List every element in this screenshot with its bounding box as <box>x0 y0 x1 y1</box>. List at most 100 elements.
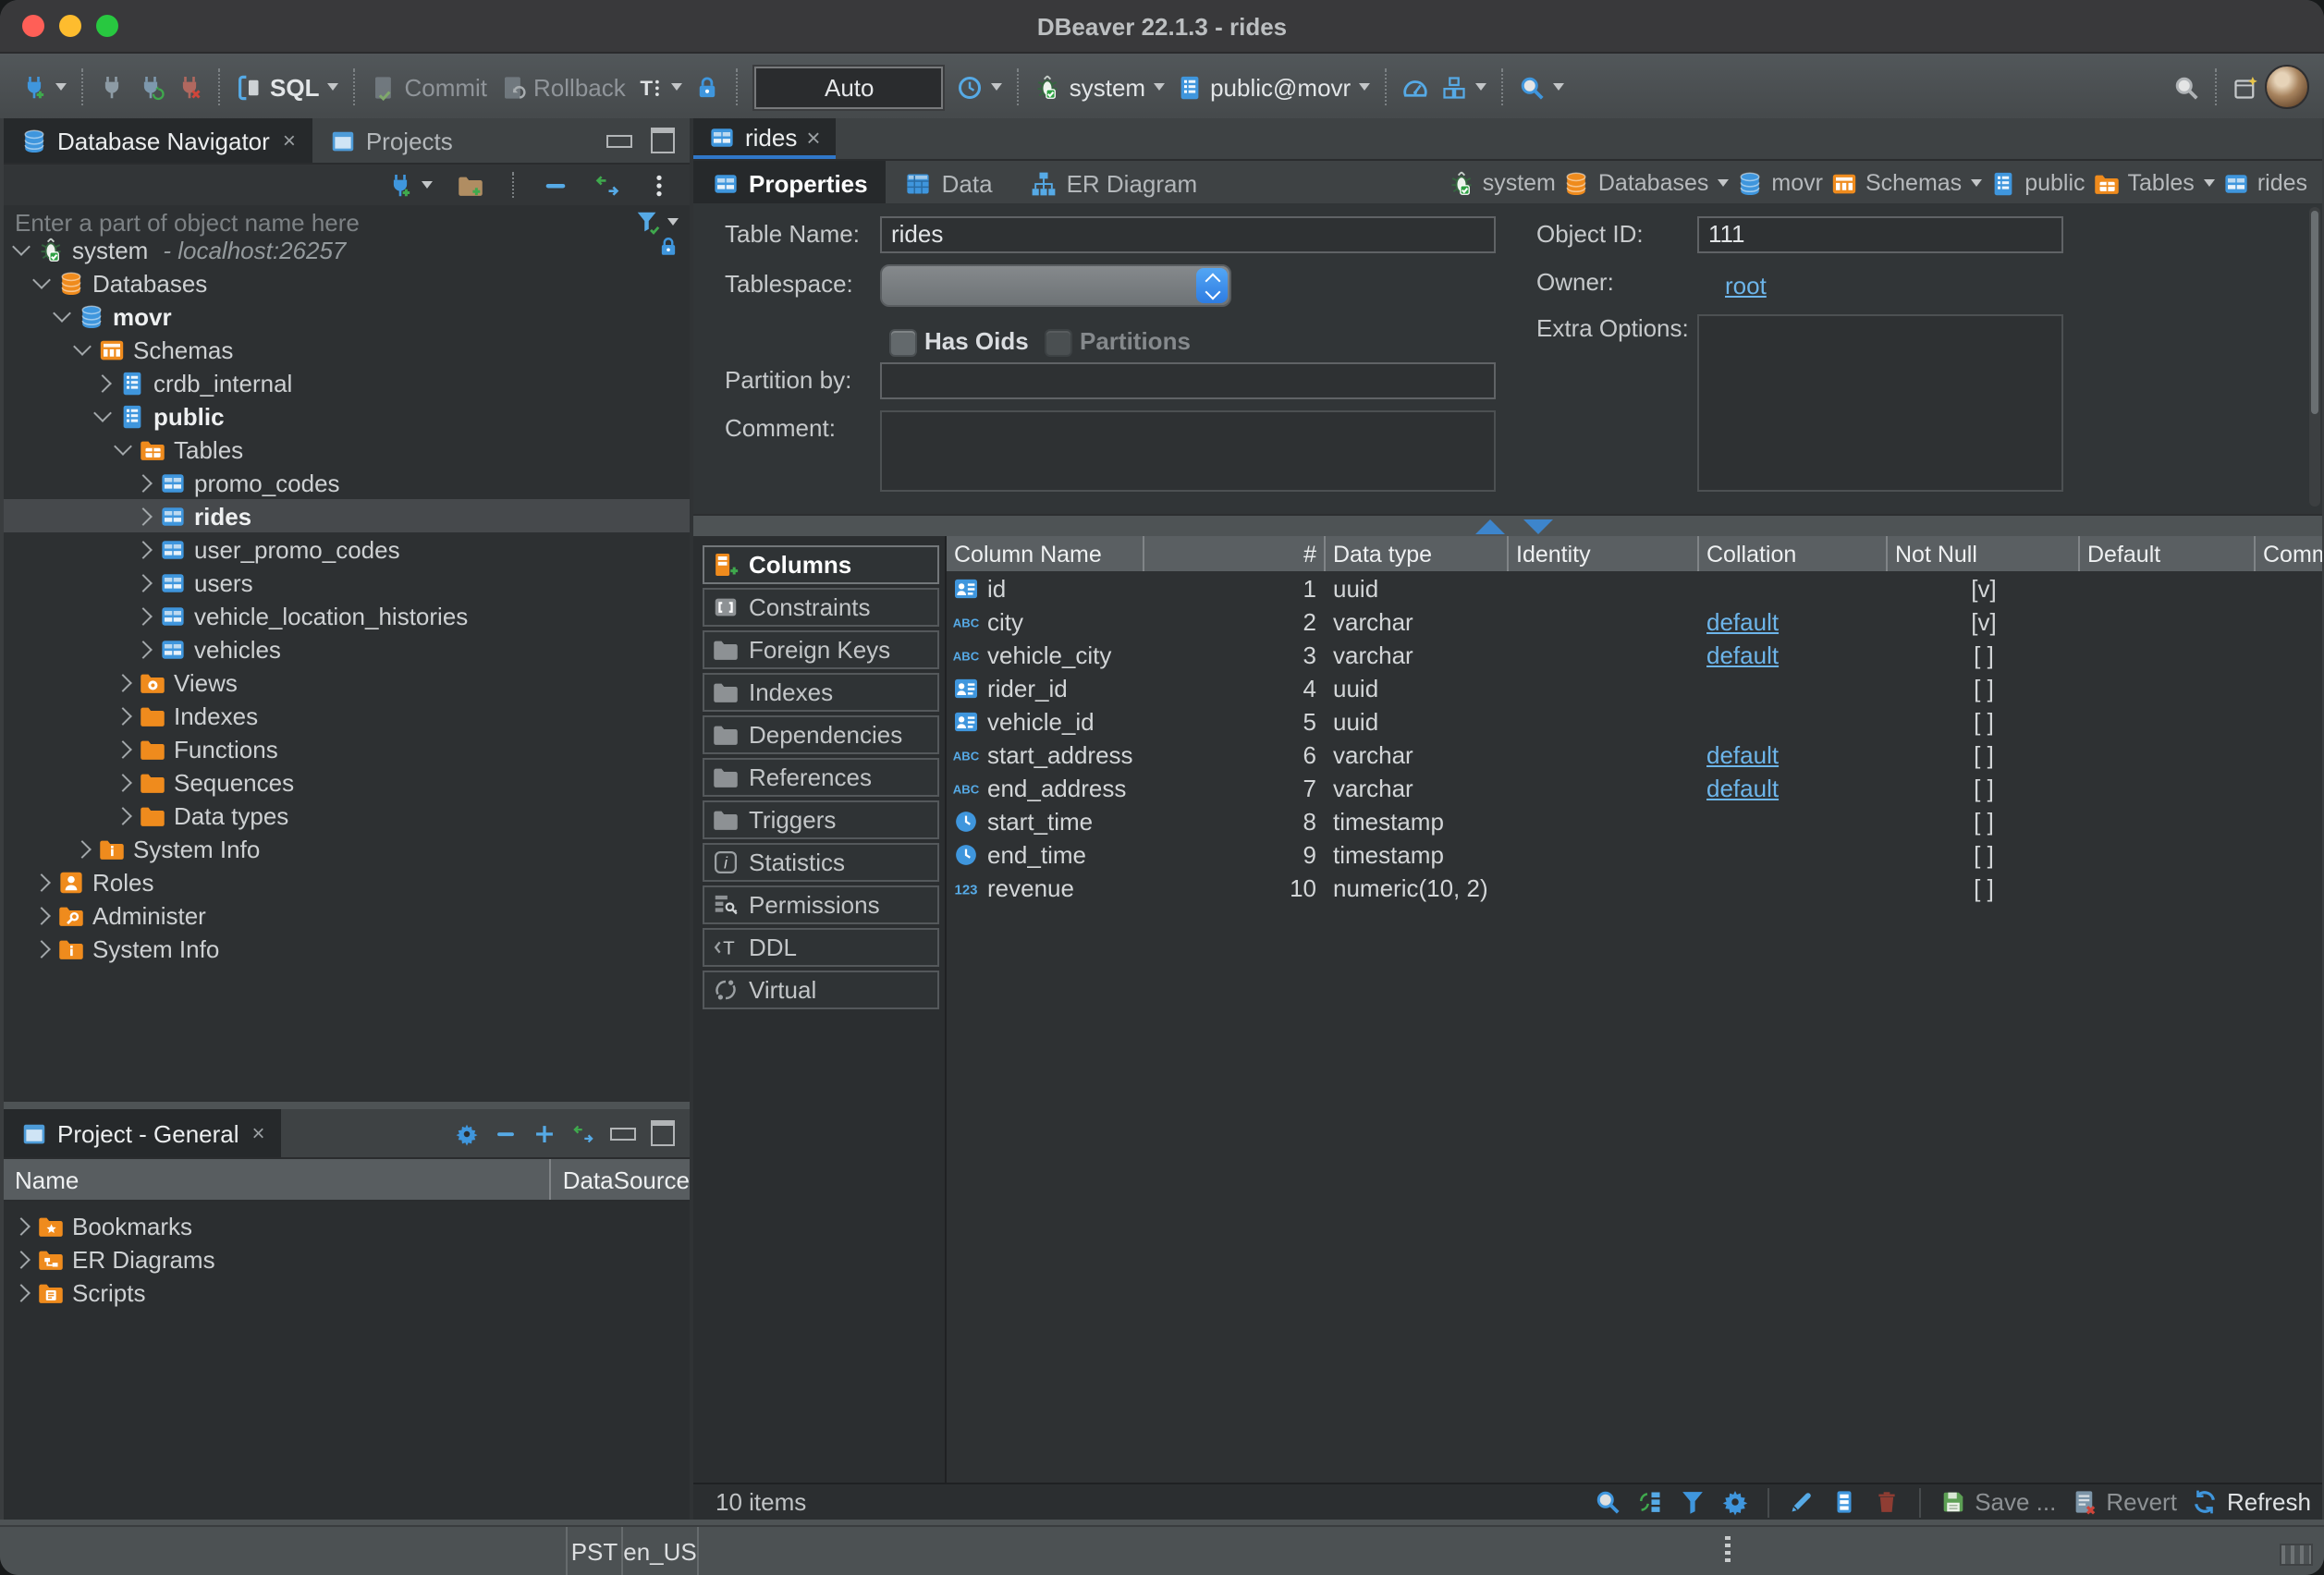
table-name-input[interactable]: rides <box>880 216 1496 253</box>
close-window-button[interactable] <box>22 15 44 37</box>
column-header-datasource[interactable]: DataSource <box>552 1166 690 1193</box>
project-item-er-diagrams[interactable]: ER Diagrams <box>4 1242 690 1276</box>
breadcrumb-item-rides[interactable]: rides <box>2222 169 2307 197</box>
tab-projects[interactable]: Projects <box>312 118 470 163</box>
chevron-down-icon[interactable] <box>1718 179 1729 187</box>
connect-button[interactable] <box>92 69 131 104</box>
sidebar-tab-ddl[interactable]: TDDL <box>703 928 939 967</box>
chevron-down-icon[interactable] <box>1971 179 1982 187</box>
not-null-cell[interactable]: [ ] <box>1888 704 2080 738</box>
chevron-right-icon[interactable] <box>12 1283 31 1301</box>
expander-chevron-right-icon[interactable] <box>134 507 153 525</box>
project-item-scripts[interactable]: Scripts <box>4 1276 690 1309</box>
collapse-up-icon[interactable] <box>1475 519 1505 534</box>
link-with-editor-button[interactable] <box>588 167 627 202</box>
active-connection-select[interactable]: system <box>1029 69 1169 104</box>
disconnect-button[interactable] <box>170 69 209 104</box>
subtab-properties[interactable]: Properties <box>693 161 887 205</box>
column-header-column-name[interactable]: Column Name <box>947 536 1144 571</box>
view-menu-button[interactable] <box>640 167 679 202</box>
not-null-cell[interactable]: [ ] <box>1888 871 2080 904</box>
locale-cell[interactable]: en_US <box>623 1527 697 1575</box>
expander-chevron-right-icon[interactable] <box>114 739 132 758</box>
column-row-start-time[interactable]: start_time8timestamp[ ] <box>947 804 2322 837</box>
project-item-bookmarks[interactable]: Bookmarks <box>4 1209 690 1242</box>
sync-columns-icon[interactable] <box>1636 1488 1664 1516</box>
tree-item-system[interactable]: system- localhost:26257 <box>4 233 690 266</box>
commit-button[interactable]: Commit <box>363 69 493 104</box>
delete-trash-icon[interactable] <box>1873 1488 1901 1516</box>
tree-item-functions[interactable]: Functions <box>4 732 690 765</box>
column-header-comment[interactable]: Comment <box>2256 536 2322 571</box>
collation-default-link[interactable]: default <box>1706 740 1779 768</box>
expander-chevron-right-icon[interactable] <box>32 873 51 891</box>
refresh-button[interactable]: Refresh <box>2192 1488 2311 1516</box>
collation-default-link[interactable]: default <box>1706 774 1779 801</box>
breadcrumb-item-movr[interactable]: movr <box>1736 169 1823 197</box>
extra-options-textarea[interactable] <box>1697 314 2063 492</box>
column-row-vehicle-id[interactable]: vehicle_id5uuid[ ] <box>947 704 2322 738</box>
tree-item-vehicle-location-histories[interactable]: vehicle_location_histories <box>4 599 690 632</box>
chevron-down-icon[interactable] <box>2204 179 2215 187</box>
column-header--[interactable]: # <box>1144 536 1326 571</box>
sql-editor-button[interactable]: SQL <box>229 69 343 104</box>
expander-chevron-right-icon[interactable] <box>114 673 132 691</box>
tree-item-system-info[interactable]: System Info <box>4 832 690 865</box>
close-tab-icon[interactable]: × <box>252 1120 265 1146</box>
settings-gear-icon[interactable] <box>1721 1488 1749 1516</box>
comment-textarea[interactable] <box>880 410 1496 492</box>
subtab-data[interactable]: Data <box>887 161 1011 205</box>
sidebar-tab-permissions[interactable]: Permissions <box>703 885 939 924</box>
close-tab-icon[interactable]: × <box>806 123 820 151</box>
sidebar-tab-statistics[interactable]: iStatistics <box>703 843 939 882</box>
search-icon[interactable] <box>1594 1488 1621 1516</box>
expander-chevron-right-icon[interactable] <box>134 540 153 558</box>
link-editor-icon[interactable] <box>571 1121 595 1145</box>
collapse-all-icon[interactable] <box>494 1121 518 1145</box>
tree-item-crdb-internal[interactable]: crdb_internal <box>4 366 690 399</box>
tree-item-vehicles[interactable]: vehicles <box>4 632 690 665</box>
tree-item-sequences[interactable]: Sequences <box>4 765 690 799</box>
expander-chevron-right-icon[interactable] <box>93 373 112 392</box>
column-row-id[interactable]: id1uuid[v] <box>947 571 2322 604</box>
tree-item-system-info[interactable]: System Info <box>4 932 690 965</box>
tree-item-users[interactable]: users <box>4 566 690 599</box>
expander-chevron-right-icon[interactable] <box>114 773 132 791</box>
expander-chevron-down-icon[interactable] <box>93 404 112 422</box>
expander-chevron-right-icon[interactable] <box>134 606 153 625</box>
tab-rides-editor[interactable]: rides× <box>693 118 836 159</box>
tree-item-user-promo-codes[interactable]: user_promo_codes <box>4 532 690 566</box>
quick-search-button[interactable] <box>2167 69 2206 104</box>
resize-grip[interactable] <box>2280 1544 2313 1566</box>
column-row-rider-id[interactable]: rider_id4uuid[ ] <box>947 671 2322 704</box>
column-row-end-time[interactable]: end_time9timestamp[ ] <box>947 837 2322 871</box>
expander-chevron-down-icon[interactable] <box>12 238 31 256</box>
tablespace-select[interactable] <box>880 264 1231 307</box>
expander-chevron-right-icon[interactable] <box>32 939 51 958</box>
project-settings-icon[interactable] <box>455 1121 479 1145</box>
collapse-all-button[interactable] <box>536 167 575 202</box>
horizontal-splitter[interactable] <box>4 1102 690 1109</box>
tree-item-promo-codes[interactable]: promo_codes <box>4 466 690 499</box>
partition-by-input[interactable] <box>880 362 1496 399</box>
breadcrumb-item-tables[interactable]: Tables <box>2093 169 2215 197</box>
statusbar-drag-handle[interactable] <box>1725 1536 1731 1566</box>
collapse-down-icon[interactable] <box>1523 519 1553 534</box>
not-null-cell[interactable]: [ ] <box>1888 638 2080 671</box>
active-schema-select[interactable]: public@movr <box>1169 69 1375 104</box>
column-header-identity[interactable]: Identity <box>1509 536 1699 571</box>
reconnect-button[interactable] <box>131 69 170 104</box>
collation-default-link[interactable]: default <box>1706 607 1779 635</box>
form-scrollbar[interactable] <box>2309 207 2320 507</box>
transaction-log-button[interactable]: T <box>631 69 689 104</box>
sidebar-tab-foreign-keys[interactable]: Foreign Keys <box>703 630 939 669</box>
tree-item-databases[interactable]: Databases <box>4 266 690 299</box>
object-id-input[interactable]: 111 <box>1697 216 2063 253</box>
nav-new-folder-button[interactable] <box>451 167 490 202</box>
expander-chevron-right-icon[interactable] <box>114 806 132 824</box>
expander-chevron-right-icon[interactable] <box>32 906 51 924</box>
tab-project-general[interactable]: Project - General× <box>4 1109 282 1157</box>
open-perspective-button[interactable] <box>2226 69 2265 104</box>
minimize-panel-icon[interactable] <box>610 1127 636 1140</box>
tree-item-tables[interactable]: Tables <box>4 433 690 466</box>
